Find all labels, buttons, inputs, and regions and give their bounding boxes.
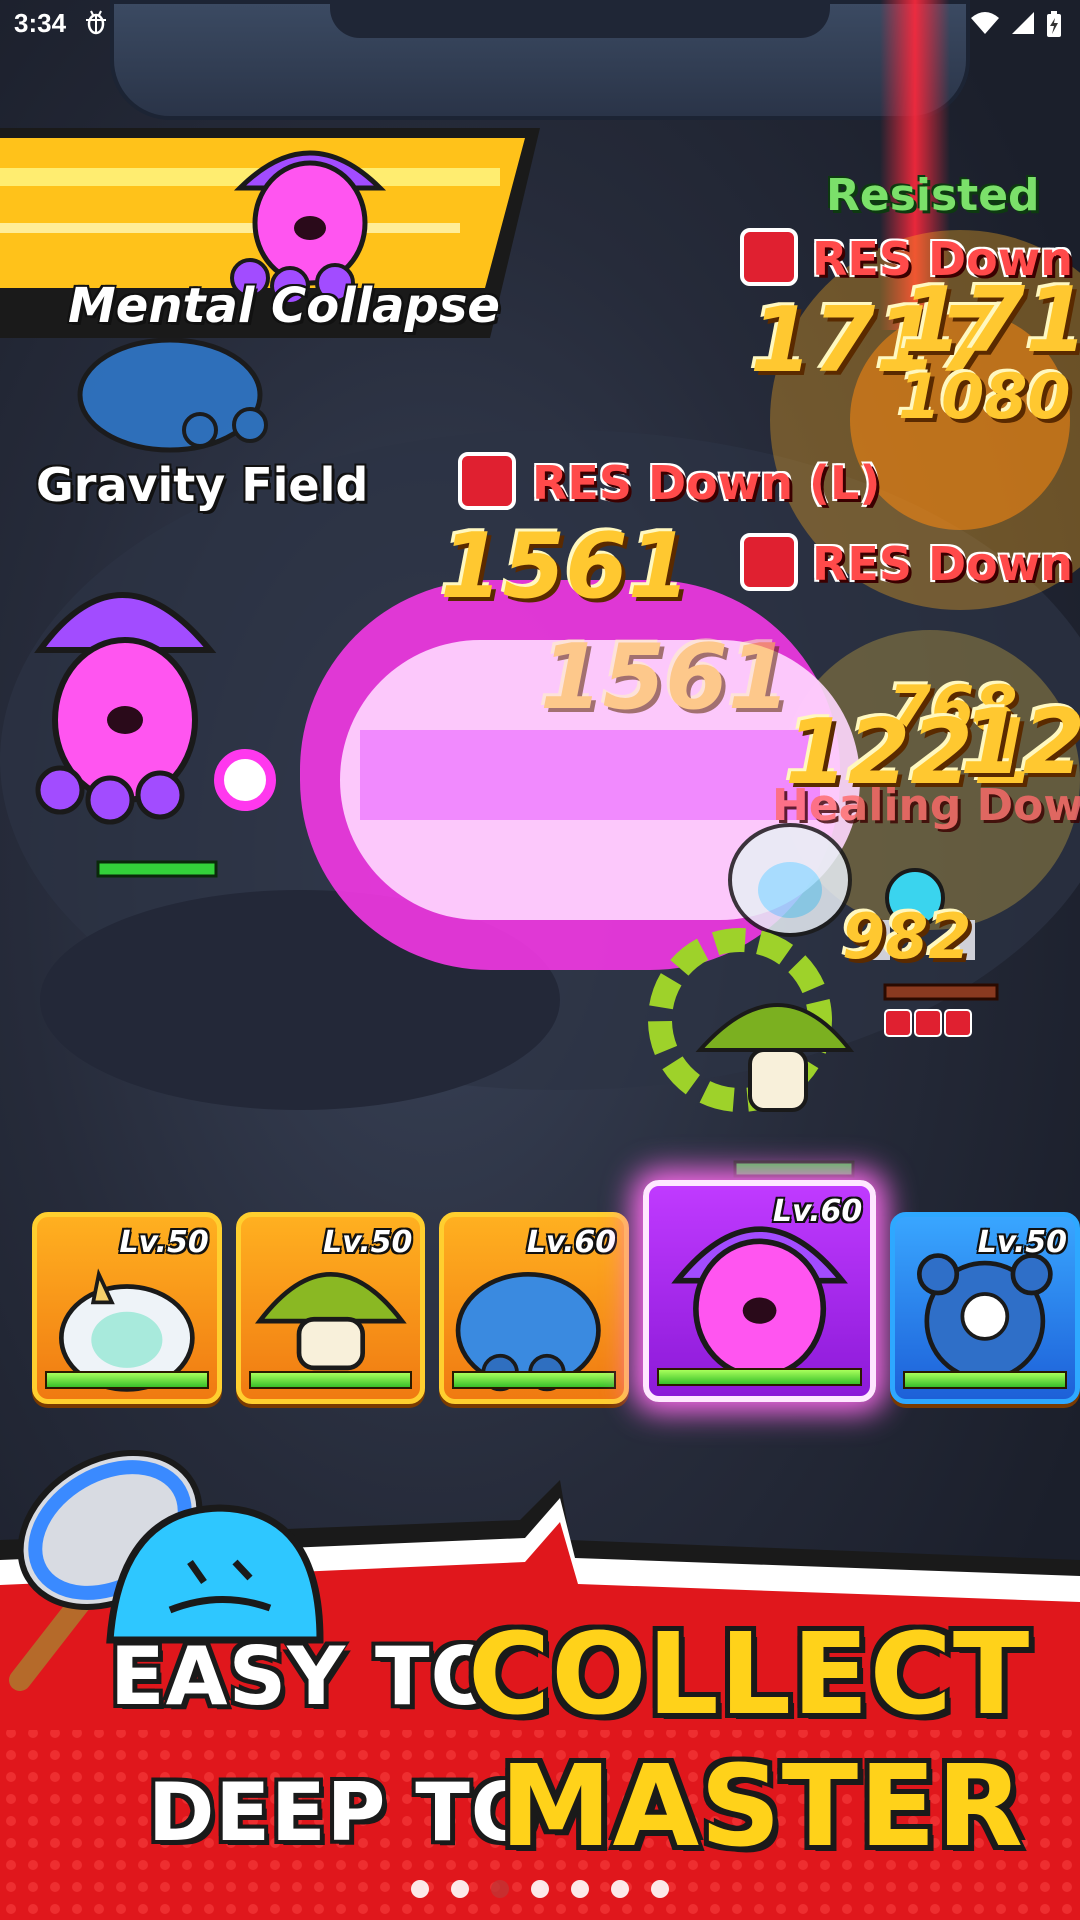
page-dot[interactable] bbox=[491, 1880, 509, 1898]
hero-hp-fill bbox=[905, 1373, 1065, 1387]
page-dot[interactable] bbox=[531, 1880, 549, 1898]
enemy-debuff-icons bbox=[884, 1009, 972, 1037]
debuff-label: RES Down ( bbox=[812, 537, 1080, 591]
hero-hp-bar bbox=[903, 1371, 1067, 1389]
damage-number: 1561 bbox=[440, 514, 691, 619]
hero-card[interactable]: Lv.50 bbox=[890, 1212, 1080, 1404]
hero-bar: Lv.50 Lv.50 Lv.60 Lv.60 Lv.50 bbox=[10, 1180, 1080, 1412]
debuff-label: RES Down (L) bbox=[532, 456, 881, 510]
page-dot[interactable] bbox=[611, 1880, 629, 1898]
res-down-icon bbox=[458, 452, 516, 510]
hero-hp-bar bbox=[452, 1371, 617, 1389]
gravity-field-label: Gravity Field bbox=[36, 458, 369, 512]
damage-number: 1080 bbox=[898, 360, 1071, 433]
hero-card[interactable]: Lv.60 bbox=[439, 1212, 630, 1404]
page-dot[interactable] bbox=[411, 1880, 429, 1898]
damage-number: 1561 bbox=[540, 625, 791, 730]
enemy-hp-bar bbox=[883, 983, 999, 1001]
promo-line1-white: EASY TO bbox=[110, 1630, 500, 1723]
hero-card[interactable]: Lv.60 bbox=[643, 1180, 877, 1402]
promo-line2-yellow: MASTER bbox=[500, 1742, 1024, 1872]
hero-card[interactable]: Lv.50 bbox=[32, 1212, 222, 1404]
signal-icon bbox=[1012, 12, 1034, 34]
res-down-icon bbox=[740, 228, 798, 286]
page-indicator bbox=[0, 1880, 1080, 1898]
wifi-icon bbox=[971, 12, 999, 34]
res-down-icon bbox=[740, 533, 798, 591]
healing-down-label: Healing Dow bbox=[772, 780, 1080, 831]
hero-level: Lv.60 bbox=[526, 1225, 617, 1260]
mushroom-hp-bar bbox=[733, 1160, 855, 1178]
hero-level: Lv.50 bbox=[977, 1225, 1067, 1260]
page-dot[interactable] bbox=[451, 1880, 469, 1898]
promo-line2-white: DEEP TO bbox=[148, 1766, 540, 1859]
hero-hp-bar bbox=[45, 1371, 209, 1389]
damage-number: 982 bbox=[842, 900, 972, 973]
hero-hp-fill bbox=[250, 1373, 411, 1387]
status-time: 3:34 bbox=[14, 8, 67, 38]
squid-hp-bar bbox=[96, 860, 218, 878]
hero-hp-fill bbox=[659, 1370, 861, 1384]
game-screenshot: 3:34 Mental Collapse Resisted RES Down 1… bbox=[0, 0, 1080, 1920]
blue-creature-field bbox=[77, 337, 268, 453]
page-dot[interactable] bbox=[651, 1880, 669, 1898]
battery-icon bbox=[1047, 11, 1061, 37]
hero-hp-bar bbox=[657, 1368, 863, 1386]
promo-line1-yellow: COLLECT bbox=[468, 1610, 1031, 1740]
hero-hp-fill bbox=[47, 1373, 207, 1387]
hero-level: Lv.60 bbox=[772, 1194, 863, 1229]
hero-hp-fill bbox=[454, 1373, 615, 1387]
status-bar: 3:34 bbox=[0, 0, 1080, 50]
promo-banner: EASY TO COLLECT DEEP TO MASTER bbox=[0, 1449, 1080, 1920]
resisted-label: Resisted bbox=[826, 170, 1040, 221]
hero-level: Lv.50 bbox=[323, 1225, 413, 1260]
damage-number: 1717 bbox=[900, 268, 1080, 373]
hero-hp-bar bbox=[248, 1371, 413, 1389]
beam-origin bbox=[214, 749, 276, 811]
skill-name-label: Mental Collapse bbox=[68, 278, 500, 334]
enemy-yeti bbox=[728, 823, 852, 937]
bug-icon bbox=[86, 10, 106, 35]
magenta-beam-stripe bbox=[360, 730, 820, 820]
hero-level: Lv.50 bbox=[119, 1225, 209, 1260]
page-dot[interactable] bbox=[571, 1880, 589, 1898]
hero-card[interactable]: Lv.50 bbox=[235, 1212, 426, 1404]
